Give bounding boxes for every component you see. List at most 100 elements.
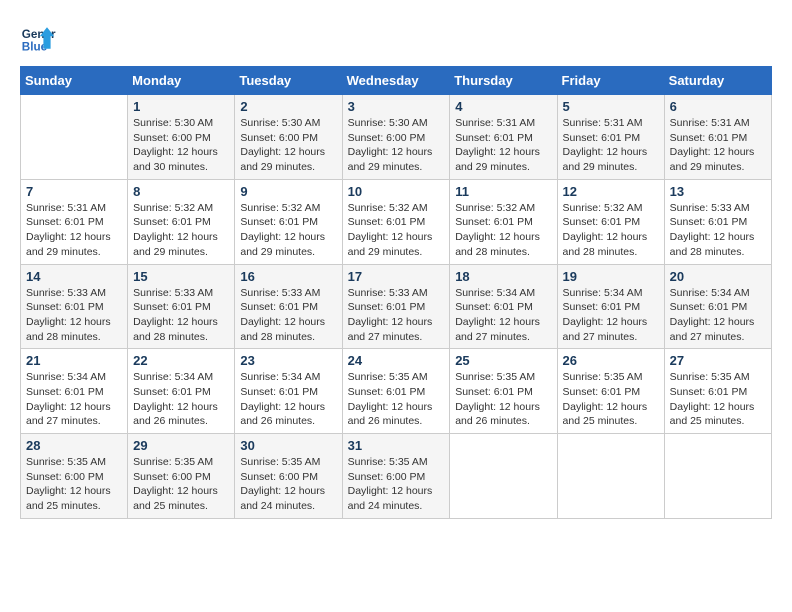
calendar-cell: 3 Sunrise: 5:30 AMSunset: 6:00 PMDaylight… [342, 95, 450, 180]
calendar-cell [557, 434, 664, 519]
weekday-header: Tuesday [235, 67, 342, 95]
day-number: 27 [670, 353, 766, 368]
day-number: 13 [670, 184, 766, 199]
calendar-week-row: 7 Sunrise: 5:31 AMSunset: 6:01 PMDaylight… [21, 179, 772, 264]
calendar-cell: 22 Sunrise: 5:34 AMSunset: 6:01 PMDayligh… [128, 349, 235, 434]
day-number: 11 [455, 184, 551, 199]
calendar-cell: 13 Sunrise: 5:33 AMSunset: 6:01 PMDayligh… [664, 179, 771, 264]
calendar-cell: 19 Sunrise: 5:34 AMSunset: 6:01 PMDayligh… [557, 264, 664, 349]
day-info: Sunrise: 5:34 AMSunset: 6:01 PMDaylight:… [26, 370, 122, 429]
day-number: 25 [455, 353, 551, 368]
day-number: 31 [348, 438, 445, 453]
calendar-cell: 2 Sunrise: 5:30 AMSunset: 6:00 PMDaylight… [235, 95, 342, 180]
calendar-cell: 7 Sunrise: 5:31 AMSunset: 6:01 PMDaylight… [21, 179, 128, 264]
day-number: 5 [563, 99, 659, 114]
day-info: Sunrise: 5:33 AMSunset: 6:01 PMDaylight:… [133, 286, 229, 345]
day-number: 28 [26, 438, 122, 453]
day-info: Sunrise: 5:31 AMSunset: 6:01 PMDaylight:… [563, 116, 659, 175]
calendar-week-row: 21 Sunrise: 5:34 AMSunset: 6:01 PMDayligh… [21, 349, 772, 434]
day-number: 24 [348, 353, 445, 368]
calendar-cell: 28 Sunrise: 5:35 AMSunset: 6:00 PMDayligh… [21, 434, 128, 519]
weekday-header: Wednesday [342, 67, 450, 95]
calendar-cell: 1Sunrise: 5:30 AMSunset: 6:00 PMDaylight… [128, 95, 235, 180]
day-number: 9 [240, 184, 336, 199]
day-number: 21 [26, 353, 122, 368]
day-info: Sunrise: 5:35 AMSunset: 6:00 PMDaylight:… [240, 455, 336, 514]
day-number: 20 [670, 269, 766, 284]
day-info: Sunrise: 5:35 AMSunset: 6:01 PMDaylight:… [563, 370, 659, 429]
day-number: 6 [670, 99, 766, 114]
day-info: Sunrise: 5:33 AMSunset: 6:01 PMDaylight:… [26, 286, 122, 345]
day-info: Sunrise: 5:35 AMSunset: 6:01 PMDaylight:… [455, 370, 551, 429]
day-info: Sunrise: 5:32 AMSunset: 6:01 PMDaylight:… [348, 201, 445, 260]
calendar-week-row: 28 Sunrise: 5:35 AMSunset: 6:00 PMDayligh… [21, 434, 772, 519]
day-info: Sunrise: 5:30 AMSunset: 6:00 PMDaylight:… [133, 116, 229, 175]
day-number: 7 [26, 184, 122, 199]
calendar-cell: 29 Sunrise: 5:35 AMSunset: 6:00 PMDayligh… [128, 434, 235, 519]
calendar-cell: 17 Sunrise: 5:33 AMSunset: 6:01 PMDayligh… [342, 264, 450, 349]
day-info: Sunrise: 5:32 AMSunset: 6:01 PMDaylight:… [563, 201, 659, 260]
calendar-table: SundayMondayTuesdayWednesdayThursdayFrid… [20, 66, 772, 519]
weekday-header: Sunday [21, 67, 128, 95]
calendar-cell: 30 Sunrise: 5:35 AMSunset: 6:00 PMDayligh… [235, 434, 342, 519]
logo-icon: General Blue [20, 20, 56, 56]
calendar-cell: 16Sunrise: 5:33 AMSunset: 6:01 PMDayligh… [235, 264, 342, 349]
day-number: 15 [133, 269, 229, 284]
day-number: 12 [563, 184, 659, 199]
calendar-cell: 21 Sunrise: 5:34 AMSunset: 6:01 PMDayligh… [21, 349, 128, 434]
calendar-header: SundayMondayTuesdayWednesdayThursdayFrid… [21, 67, 772, 95]
day-number: 22 [133, 353, 229, 368]
calendar-cell: 20 Sunrise: 5:34 AMSunset: 6:01 PMDayligh… [664, 264, 771, 349]
day-number: 3 [348, 99, 445, 114]
day-number: 17 [348, 269, 445, 284]
calendar-week-row: 14 Sunrise: 5:33 AMSunset: 6:01 PMDayligh… [21, 264, 772, 349]
weekday-header: Thursday [450, 67, 557, 95]
calendar-body: 1Sunrise: 5:30 AMSunset: 6:00 PMDaylight… [21, 95, 772, 519]
logo: General Blue [20, 20, 60, 56]
day-info: Sunrise: 5:33 AMSunset: 6:01 PMDaylight:… [240, 286, 336, 345]
day-info: Sunrise: 5:34 AMSunset: 6:01 PMDaylight:… [133, 370, 229, 429]
day-number: 30 [240, 438, 336, 453]
calendar-cell: 15 Sunrise: 5:33 AMSunset: 6:01 PMDayligh… [128, 264, 235, 349]
calendar-cell: 8Sunrise: 5:32 AMSunset: 6:01 PMDaylight… [128, 179, 235, 264]
day-info: Sunrise: 5:33 AMSunset: 6:01 PMDaylight:… [670, 201, 766, 260]
day-info: Sunrise: 5:32 AMSunset: 6:01 PMDaylight:… [455, 201, 551, 260]
calendar-cell: 6 Sunrise: 5:31 AMSunset: 6:01 PMDaylight… [664, 95, 771, 180]
day-info: Sunrise: 5:35 AMSunset: 6:01 PMDaylight:… [670, 370, 766, 429]
day-number: 29 [133, 438, 229, 453]
weekday-header: Monday [128, 67, 235, 95]
calendar-cell: 18 Sunrise: 5:34 AMSunset: 6:01 PMDayligh… [450, 264, 557, 349]
day-info: Sunrise: 5:32 AMSunset: 6:01 PMDaylight:… [133, 201, 229, 260]
calendar-cell [664, 434, 771, 519]
calendar-cell: 24Sunrise: 5:35 AMSunset: 6:01 PMDayligh… [342, 349, 450, 434]
calendar-cell: 25 Sunrise: 5:35 AMSunset: 6:01 PMDayligh… [450, 349, 557, 434]
day-number: 10 [348, 184, 445, 199]
day-number: 2 [240, 99, 336, 114]
day-number: 4 [455, 99, 551, 114]
day-number: 18 [455, 269, 551, 284]
day-number: 14 [26, 269, 122, 284]
day-info: Sunrise: 5:35 AMSunset: 6:00 PMDaylight:… [26, 455, 122, 514]
calendar-week-row: 1Sunrise: 5:30 AMSunset: 6:00 PMDaylight… [21, 95, 772, 180]
day-number: 19 [563, 269, 659, 284]
day-info: Sunrise: 5:33 AMSunset: 6:01 PMDaylight:… [348, 286, 445, 345]
day-info: Sunrise: 5:30 AMSunset: 6:00 PMDaylight:… [240, 116, 336, 175]
calendar-cell [450, 434, 557, 519]
day-info: Sunrise: 5:34 AMSunset: 6:01 PMDaylight:… [240, 370, 336, 429]
calendar-cell: 4Sunrise: 5:31 AMSunset: 6:01 PMDaylight… [450, 95, 557, 180]
calendar-cell: 31Sunrise: 5:35 AMSunset: 6:00 PMDayligh… [342, 434, 450, 519]
day-info: Sunrise: 5:34 AMSunset: 6:01 PMDaylight:… [563, 286, 659, 345]
day-number: 26 [563, 353, 659, 368]
day-info: Sunrise: 5:34 AMSunset: 6:01 PMDaylight:… [670, 286, 766, 345]
day-info: Sunrise: 5:35 AMSunset: 6:00 PMDaylight:… [133, 455, 229, 514]
calendar-cell [21, 95, 128, 180]
calendar-cell: 11 Sunrise: 5:32 AMSunset: 6:01 PMDayligh… [450, 179, 557, 264]
page-header: General Blue [20, 20, 772, 56]
calendar-cell: 23Sunrise: 5:34 AMSunset: 6:01 PMDayligh… [235, 349, 342, 434]
day-info: Sunrise: 5:34 AMSunset: 6:01 PMDaylight:… [455, 286, 551, 345]
day-info: Sunrise: 5:30 AMSunset: 6:00 PMDaylight:… [348, 116, 445, 175]
day-info: Sunrise: 5:31 AMSunset: 6:01 PMDaylight:… [26, 201, 122, 260]
day-info: Sunrise: 5:31 AMSunset: 6:01 PMDaylight:… [670, 116, 766, 175]
calendar-cell: 26 Sunrise: 5:35 AMSunset: 6:01 PMDayligh… [557, 349, 664, 434]
day-info: Sunrise: 5:32 AMSunset: 6:01 PMDaylight:… [240, 201, 336, 260]
